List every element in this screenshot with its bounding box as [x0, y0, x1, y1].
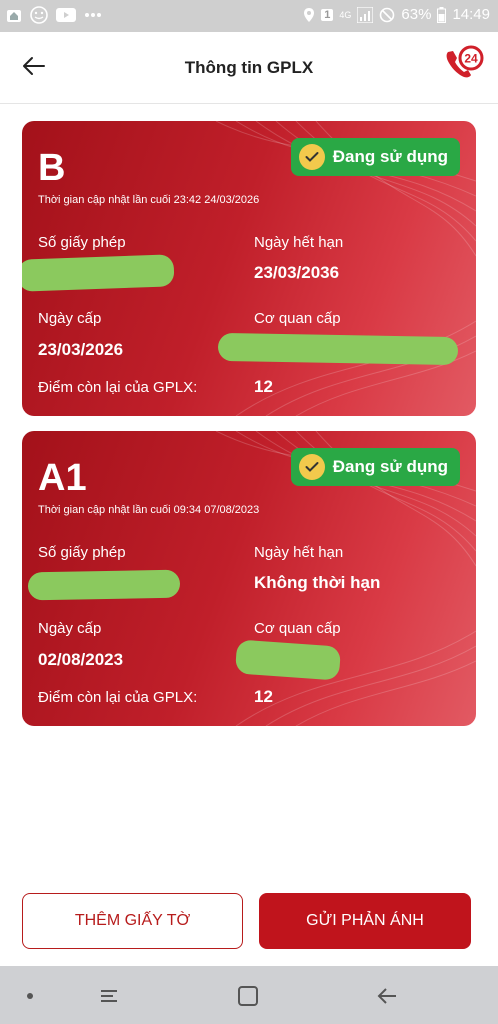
- dnd-icon: [380, 7, 395, 22]
- expiry-label: Ngày hết hạn: [254, 234, 344, 251]
- hotline-24-button[interactable]: 24: [442, 44, 486, 84]
- points-label: Điểm còn lại của GPLX:: [38, 379, 198, 396]
- status-left-icons: [6, 6, 102, 24]
- issuer-label: Cơ quan cấp: [254, 310, 341, 327]
- clock: 14:49: [452, 6, 490, 23]
- back-nav-button[interactable]: [373, 982, 401, 1010]
- status-text: Đang sử dụng: [332, 147, 448, 166]
- signal-icon: [357, 6, 374, 23]
- location-icon: [304, 7, 315, 22]
- home-app-icon: [7, 10, 21, 22]
- status-text: Đang sử dụng: [332, 457, 448, 476]
- hotline-label: 24: [464, 52, 478, 66]
- back-arrow-icon: [377, 988, 396, 1004]
- nav-dot-button[interactable]: [16, 982, 44, 1010]
- home-button[interactable]: [234, 982, 262, 1010]
- redacted-license-number: [22, 254, 175, 292]
- issue-date-value: 23/03/2026: [38, 340, 124, 359]
- expiry-value: 23/03/2036: [254, 263, 340, 282]
- battery-icon: [437, 6, 447, 23]
- points-value: 12: [254, 687, 273, 706]
- recent-apps-icon: [101, 990, 117, 1002]
- redacted-license-number: [27, 569, 181, 601]
- license-card-b[interactable]: B Đang sử dụng Thời gian cập nhật lần cu…: [22, 121, 476, 416]
- license-number-label: Số giấy phép: [38, 544, 126, 561]
- network-type: 4G: [339, 9, 352, 20]
- send-feedback-button[interactable]: GỬI PHẢN ÁNH: [259, 893, 471, 949]
- issue-date-value: 02/08/2023: [38, 650, 124, 669]
- check-icon: [298, 454, 325, 480]
- issue-date-label: Ngày cấp: [38, 310, 102, 327]
- expiry-value: Không thời hạn: [254, 573, 381, 592]
- check-icon: [298, 144, 325, 170]
- page-title: Thông tin GPLX: [184, 58, 314, 77]
- license-number-label: Số giấy phép: [38, 234, 126, 251]
- status-bar: 1 4G 63% 14:49: [0, 0, 498, 32]
- add-document-button[interactable]: THÊM GIẤY TỜ: [22, 893, 243, 949]
- recent-apps-button[interactable]: [95, 982, 123, 1010]
- license-class: B: [38, 147, 66, 189]
- license-class: A1: [38, 457, 87, 499]
- points-label: Điểm còn lại của GPLX:: [38, 689, 198, 706]
- system-nav-bar: [0, 966, 498, 1024]
- app-header: Thông tin GPLX 24: [0, 32, 498, 104]
- expiry-label: Ngày hết hạn: [254, 544, 344, 561]
- phone-24-icon: 24: [446, 45, 484, 78]
- home-square-icon: [238, 986, 258, 1006]
- issuer-label: Cơ quan cấp: [254, 620, 341, 637]
- notification-count: 1: [321, 8, 334, 21]
- youtube-icon: [56, 8, 76, 22]
- points-value: 12: [254, 377, 273, 396]
- issue-date-label: Ngày cấp: [38, 620, 102, 637]
- last-updated: Thời gian cập nhật lần cuối 09:34 07/08/…: [38, 504, 260, 516]
- dot-icon: [27, 993, 33, 999]
- license-card-a1[interactable]: A1 Đang sử dụng Thời gian cập nhật lần c…: [22, 431, 476, 726]
- status-right-icons: 1 4G 63% 14:49: [303, 6, 490, 23]
- last-updated: Thời gian cập nhật lần cuối 23:42 24/03/…: [38, 194, 260, 206]
- status-badge: Đang sử dụng: [290, 138, 460, 176]
- smiley-app-icon: [30, 6, 48, 24]
- redacted-issuer: [217, 332, 459, 366]
- redacted-issuer: [234, 639, 342, 681]
- battery-percent: 63%: [401, 6, 432, 23]
- status-badge: Đang sử dụng: [290, 448, 460, 486]
- more-dots-icon: [85, 13, 101, 17]
